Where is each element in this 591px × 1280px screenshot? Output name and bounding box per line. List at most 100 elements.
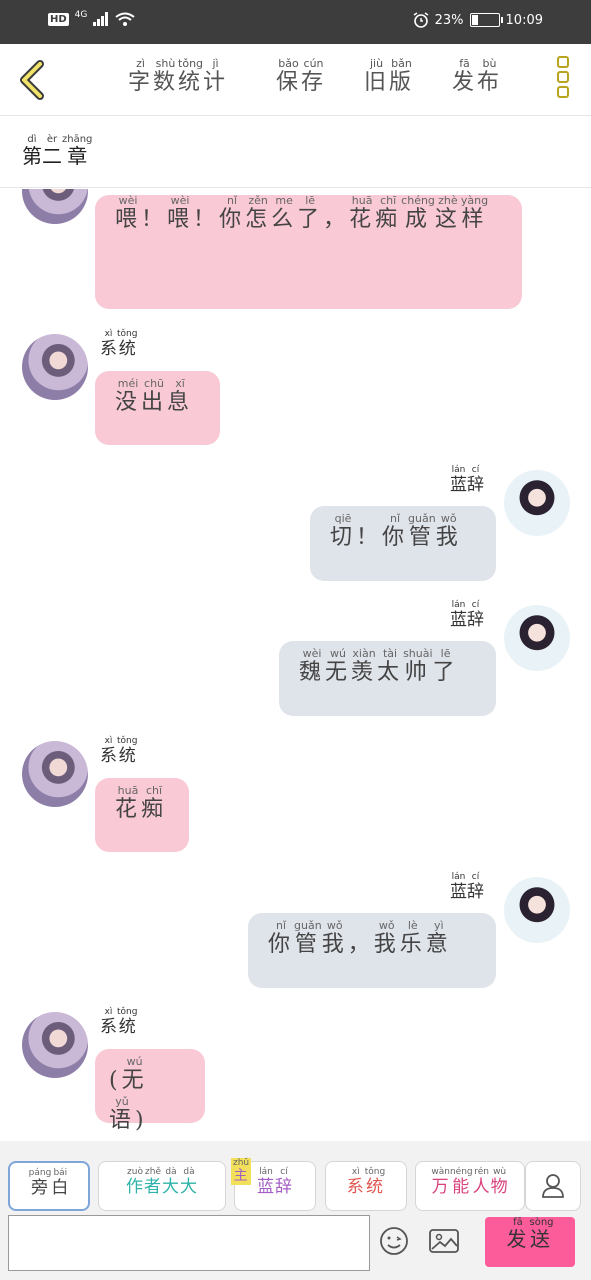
lanci-avatar[interactable] <box>504 470 570 536</box>
char: 章zhāng <box>62 134 93 168</box>
word-count-button[interactable]: 字zì数shù统tǒng计jì <box>128 57 228 96</box>
network-gen: 4G <box>74 10 88 20</box>
char: 喂wèi <box>167 194 194 232</box>
char: 这zhè <box>434 194 461 232</box>
alarm-icon <box>413 12 429 28</box>
char: 布bù <box>477 57 503 95</box>
back-arrow-icon[interactable] <box>14 58 50 102</box>
char: 语yǔ <box>109 1095 136 1133</box>
message-input[interactable] <box>8 1215 370 1271</box>
char: 帅shuài <box>403 647 433 685</box>
char: 样yàng <box>460 194 489 232</box>
chapter-header: 第dì二èr章zhāng <box>0 116 591 188</box>
char: 发fā <box>506 1217 530 1251</box>
system-avatar[interactable] <box>22 741 88 807</box>
char: 系xì <box>100 736 117 766</box>
char: 痴chī <box>375 194 402 232</box>
char: 人rén <box>472 1167 491 1197</box>
role-universal[interactable]: 万wàn能néng人rén物wù <box>415 1161 525 1211</box>
role-label: 蓝lán辞cí <box>257 1167 293 1197</box>
image-icon[interactable] <box>428 1225 460 1257</box>
message-bubble[interactable]: 切qiē！你nǐ管guǎn我wǒ <box>310 506 496 581</box>
char: 太tài <box>377 647 404 685</box>
char: 成chéng <box>401 194 435 232</box>
char: 了lē <box>432 647 459 685</box>
char: 版bǎn <box>389 57 415 95</box>
char: 白bái <box>51 1168 70 1198</box>
editor-toolbar: 字zì数shù统tǒng计jì 保bǎo存cún 旧jiù版bǎn 发fā布bù <box>0 44 591 116</box>
char: 存cún <box>301 57 327 95</box>
char: 保bǎo <box>276 57 302 95</box>
char: ！ <box>193 207 220 232</box>
char: 我wǒ <box>373 919 400 957</box>
char: 出chū <box>141 377 168 415</box>
sender-name: 系xì统tǒng <box>100 1007 137 1037</box>
clock: 10:09 <box>505 12 543 28</box>
sender-name: 系xì统tǒng <box>100 736 137 766</box>
char: 么me <box>271 194 298 232</box>
lanci-avatar[interactable] <box>504 605 570 671</box>
char: 能néng <box>449 1167 473 1197</box>
char: 花huā <box>115 784 142 822</box>
message-bubble[interactable]: 你nǐ管guǎn我wǒ，我wǒ乐lè意yì <box>248 913 496 988</box>
char: 没méi <box>115 377 142 415</box>
system-avatar[interactable] <box>22 1012 88 1078</box>
emoji-icon[interactable] <box>378 1225 410 1257</box>
char: ， <box>347 932 374 957</box>
char: ， <box>323 207 350 232</box>
lanci-avatar[interactable] <box>504 877 570 943</box>
char: 你nǐ <box>268 919 295 957</box>
role-system[interactable]: 系xì统tǒng <box>325 1161 407 1211</box>
role-narrator[interactable]: 旁páng白bái <box>8 1161 90 1211</box>
sender-name: 蓝lán辞cí <box>450 600 484 630</box>
char: 统tǒng <box>117 736 138 766</box>
save-button[interactable]: 保bǎo存cún <box>276 57 327 96</box>
message-bubble[interactable]: 魏wèi无wú羡xiàn太tài帅shuài了lē <box>279 641 496 716</box>
char: 辞cí <box>275 1167 293 1197</box>
add-role-button[interactable] <box>525 1161 581 1211</box>
publish-button[interactable]: 发fā布bù <box>452 57 503 96</box>
char: 了lē <box>297 194 324 232</box>
char: 大dà <box>162 1167 180 1197</box>
battery-icon <box>469 13 503 27</box>
char: 息xī <box>167 377 194 415</box>
message-bubble[interactable]: 喂wèi！喂wèi！你nǐ怎zěn么me了lē，花huā痴chī成chéng这z… <box>95 194 522 309</box>
char: 魏wèi <box>299 647 326 685</box>
message-list[interactable]: 喂wèi！喂wèi！你nǐ怎zěn么me了lē，花huā痴chī成chéng这z… <box>0 189 591 1141</box>
message-bubble[interactable]: (无wú语yǔ) <box>95 1049 205 1133</box>
user-icon <box>542 1174 564 1198</box>
char: ！ <box>356 525 383 550</box>
char: 无wú <box>325 647 352 685</box>
char: 辞cí <box>467 465 484 495</box>
char: 乐lè <box>399 919 426 957</box>
char: 大dà <box>180 1167 198 1197</box>
chapter-title[interactable]: 第dì二èr章zhāng <box>22 134 92 169</box>
system-avatar[interactable] <box>22 189 88 224</box>
char: 二èr <box>42 134 62 168</box>
char: 花huā <box>349 194 376 232</box>
char: 切qiē <box>330 512 357 550</box>
char: 辞cí <box>467 600 484 630</box>
char: 羡xiàn <box>351 647 378 685</box>
char: 系xì <box>100 1007 117 1037</box>
char: 者zhě <box>144 1167 162 1197</box>
message-bubble[interactable]: 没méi出chū息xī <box>95 371 220 445</box>
more-menu-icon[interactable] <box>555 56 571 104</box>
char: ！ <box>141 207 168 232</box>
battery-percent: 23% <box>434 12 464 28</box>
system-avatar[interactable] <box>22 334 88 400</box>
char: 旁páng <box>28 1168 52 1198</box>
status-bar: HD 4G 23% 10:09 <box>0 0 591 44</box>
char: 喂wèi <box>115 194 142 232</box>
char: 第dì <box>22 134 42 168</box>
old-version-button[interactable]: 旧jiù版bǎn <box>364 57 415 96</box>
send-button[interactable]: 发fā送sòng <box>485 1217 575 1267</box>
role-lanci[interactable]: 主zhǔ 蓝lán辞cí <box>231 1158 316 1211</box>
char: 物wù <box>490 1167 509 1197</box>
char: 意yì <box>425 919 452 957</box>
char: 蓝lán <box>450 465 467 495</box>
char: 蓝lán <box>450 600 467 630</box>
role-author[interactable]: 作zuò者zhě大dà大dà <box>98 1161 226 1211</box>
message-bubble[interactable]: 花huā痴chī <box>95 778 189 852</box>
char: 你nǐ <box>382 512 409 550</box>
